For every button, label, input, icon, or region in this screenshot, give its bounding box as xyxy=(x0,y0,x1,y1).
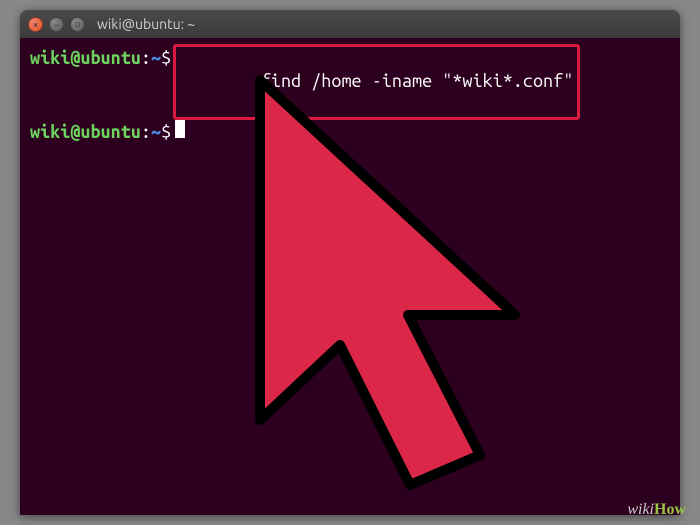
maximize-button[interactable]: ▫ xyxy=(70,17,85,32)
prompt-separator: : xyxy=(141,47,151,70)
minimize-button[interactable]: − xyxy=(49,17,64,32)
terminal-cursor xyxy=(175,120,185,138)
prompt-path: ~ xyxy=(151,121,161,144)
close-icon: × xyxy=(33,19,39,30)
window-title: wiki@ubuntu: ~ xyxy=(97,16,195,32)
close-button[interactable]: × xyxy=(28,17,43,32)
watermark: wikiHow xyxy=(627,501,686,519)
terminal-window: × − ▫ wiki@ubuntu: ~ wiki@ubuntu:~$ find… xyxy=(20,10,680,515)
command-text: find /home -iname "*wiki*.conf" xyxy=(261,71,573,91)
command-highlight: find /home -iname "*wiki*.conf" xyxy=(173,44,580,120)
prompt-path: ~ xyxy=(151,47,161,70)
prompt-dollar: $ xyxy=(161,47,171,70)
prompt-user-host: wiki@ubuntu xyxy=(30,47,141,70)
watermark-how: How xyxy=(654,501,686,518)
terminal-line-1: wiki@ubuntu:~$ find /home -iname "*wiki*… xyxy=(30,44,670,120)
window-titlebar[interactable]: × − ▫ wiki@ubuntu: ~ xyxy=(20,10,680,38)
maximize-icon: ▫ xyxy=(74,18,80,30)
minimize-icon: − xyxy=(54,19,60,30)
prompt-user-host: wiki@ubuntu xyxy=(30,121,141,144)
terminal-body[interactable]: wiki@ubuntu:~$ find /home -iname "*wiki*… xyxy=(20,38,680,151)
watermark-wiki: wiki xyxy=(627,501,654,518)
prompt-separator: : xyxy=(141,121,151,144)
terminal-line-2: wiki@ubuntu:~$ xyxy=(30,120,670,144)
prompt-dollar: $ xyxy=(161,121,171,144)
